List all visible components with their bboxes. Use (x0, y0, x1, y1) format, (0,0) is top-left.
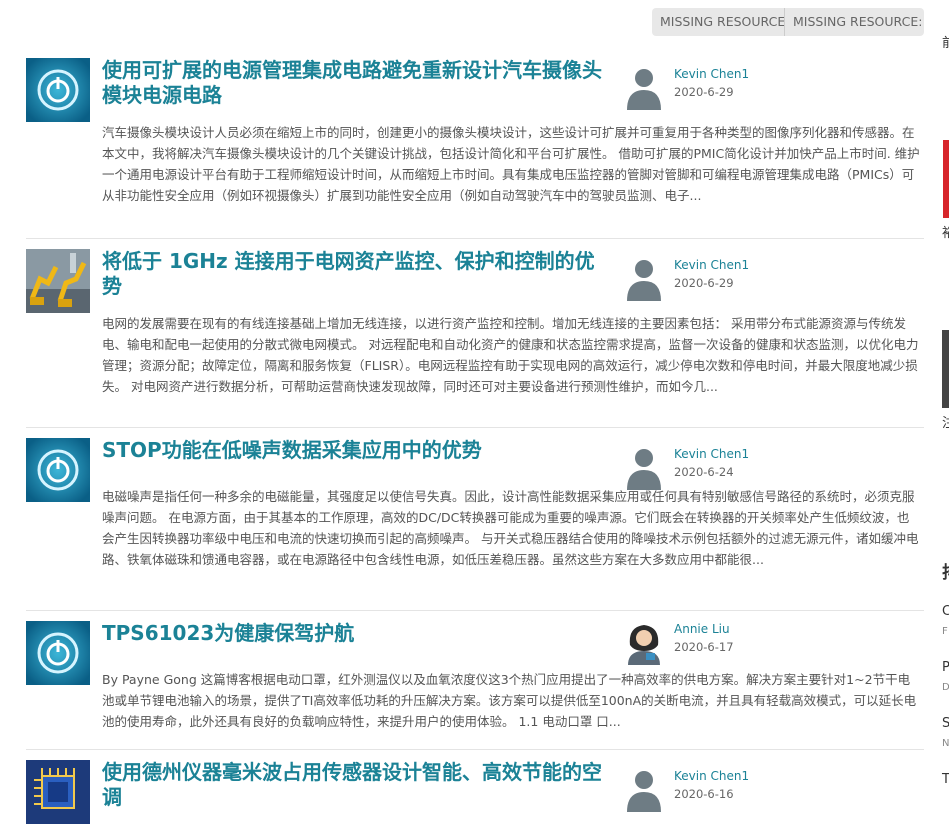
post-author[interactable]: Kevin Chen1 (674, 258, 749, 272)
sidebar-glyph: 前 (942, 36, 949, 51)
blog-post-list: 使用可扩展的电源管理集成电路避免重新设计汽车摄像头模块电源电路 Kevin Ch… (26, 48, 924, 824)
power-icon[interactable] (26, 438, 90, 502)
post-date: 2020-6-16 (674, 787, 734, 801)
blog-post: TPS61023为健康保驾护航 Annie Liu 2020-6-17 By P… (26, 611, 924, 750)
blog-post: 将低于 1GHz 连接用于电网资产监控、保护和控制的优势 Kevin Chen1… (26, 239, 924, 428)
post-title[interactable]: 使用可扩展的电源管理集成电路避免重新设计汽车摄像头模块电源电路 (102, 58, 602, 108)
robot-factory-photo[interactable] (26, 249, 90, 313)
user-avatar-icon[interactable] (624, 257, 664, 301)
sidebar-glyph: 注 (942, 416, 949, 431)
tab-resource-1[interactable]: MISSING RESOURCE: M (652, 8, 784, 36)
user-avatar-icon[interactable] (624, 66, 664, 110)
post-excerpt: By Payne Gong 这篇博客根据电动口罩，红外测温仪以及血氧浓度仪这3个… (102, 672, 917, 729)
user-avatar-icon[interactable] (624, 768, 664, 812)
sidebar-glyph: D (942, 682, 949, 693)
sidebar-glyph: F (942, 626, 948, 637)
post-excerpt: 汽车摄像头模块设计人员必须在缩短上市的同时，创建更小的摄像头模块设计，这些设计可… (102, 125, 920, 203)
post-author[interactable]: Kevin Chen1 (674, 67, 749, 81)
blog-post: 使用德州仪器毫米波占用传感器设计智能、高效节能的空调 Kevin Chen1 2… (26, 750, 924, 824)
image-fragment (942, 330, 949, 408)
post-excerpt: 电磁噪声是指任何一种多余的电磁能量，其强度足以使信号失真。因此，设计高性能数据采… (102, 489, 919, 567)
post-author[interactable]: Kevin Chen1 (674, 769, 749, 783)
post-date: 2020-6-29 (674, 276, 734, 290)
sidebar-glyph[interactable]: P (942, 660, 949, 675)
post-title[interactable]: 将低于 1GHz 连接用于电网资产监控、保护和控制的优势 (102, 249, 602, 299)
sidebar-glyph[interactable]: T (942, 772, 949, 787)
resource-tab-bar: MISSING RESOURCE: MMISSING RESOURCE: S (652, 8, 924, 36)
sidebar-glyph[interactable]: C (942, 604, 949, 619)
post-title[interactable]: 使用德州仪器毫米波占用传感器设计智能、高效节能的空调 (102, 760, 602, 810)
post-date: 2020-6-17 (674, 640, 734, 654)
blog-post: STOP功能在低噪声数据采集应用中的优势 Kevin Chen1 2020-6-… (26, 428, 924, 611)
chip-photo[interactable] (26, 760, 90, 824)
post-author[interactable]: Annie Liu (674, 622, 730, 636)
post-title[interactable]: STOP功能在低噪声数据采集应用中的优势 (102, 438, 602, 463)
post-excerpt: 电网的发展需要在现有的有线连接基础上增加无线连接，以进行资产监控和控制。增加无线… (102, 316, 919, 394)
post-title[interactable]: TPS61023为健康保驾护航 (102, 621, 602, 646)
user-avatar-icon[interactable] (624, 446, 664, 490)
sidebar-glyph: N (942, 738, 949, 749)
post-date: 2020-6-24 (674, 465, 734, 479)
post-date: 2020-6-29 (674, 85, 734, 99)
red-banner-fragment (943, 140, 949, 218)
blog-post: 使用可扩展的电源管理集成电路避免重新设计汽车摄像头模块电源电路 Kevin Ch… (26, 48, 924, 239)
user-avatar-icon[interactable] (624, 621, 664, 665)
power-icon[interactable] (26, 621, 90, 685)
power-icon[interactable] (26, 58, 90, 122)
tab-resource-2[interactable]: MISSING RESOURCE: S (784, 8, 923, 36)
sidebar-glyph: 排 (942, 558, 949, 583)
sidebar-glyph: 裕 (942, 226, 949, 241)
post-author[interactable]: Kevin Chen1 (674, 447, 749, 461)
sidebar-glyph[interactable]: S (942, 716, 949, 731)
